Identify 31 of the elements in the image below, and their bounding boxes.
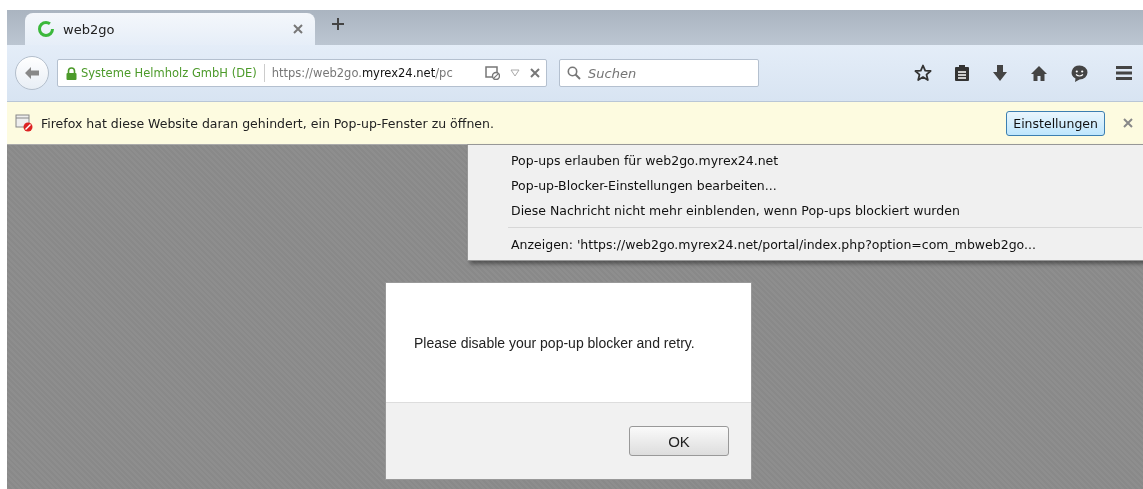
close-icon[interactable] bbox=[293, 24, 303, 34]
back-button[interactable] bbox=[15, 56, 49, 90]
search-icon bbox=[567, 66, 581, 80]
loading-spinner-icon bbox=[37, 20, 55, 38]
close-icon[interactable] bbox=[530, 68, 540, 78]
star-icon[interactable] bbox=[914, 64, 932, 82]
site-identity[interactable]: Systeme Helmholz GmbH (DE) bbox=[81, 66, 257, 80]
menu-item[interactable]: Pop-up-Blocker-Einstellungen bearbeiten... bbox=[468, 173, 1143, 198]
chat-bubble-icon[interactable] bbox=[1070, 63, 1089, 83]
clipboard-list-icon[interactable] bbox=[954, 64, 970, 82]
menu-item[interactable]: Anzeigen: 'https://web2go.myrex24.net/portal/index.php?option=com_mbweb2go... bbox=[468, 232, 1143, 257]
menu-icon[interactable] bbox=[1115, 65, 1133, 81]
ok-button[interactable]: OK bbox=[629, 426, 729, 456]
home-icon[interactable] bbox=[1030, 64, 1048, 82]
blocked-popup-icon bbox=[15, 114, 33, 132]
dialog-message: Please disable your pop-up blocker and retry. bbox=[414, 334, 695, 351]
download-icon[interactable] bbox=[992, 64, 1008, 82]
search-field[interactable]: Suchen bbox=[559, 59, 759, 87]
tab-title: web2go bbox=[63, 21, 116, 37]
lock-icon bbox=[66, 66, 77, 80]
back-arrow-icon bbox=[24, 66, 40, 80]
menu-item[interactable]: Pop-ups erlauben für web2go.myrex24.net bbox=[468, 148, 1143, 173]
url-text: https://web2go.myrex24.net/pc bbox=[271, 66, 454, 80]
address-field[interactable]: Systeme Helmholz GmbH (DE) https://web2go.myrex24.net/pc bbox=[57, 59, 547, 87]
blocked-popup-icon[interactable] bbox=[485, 66, 500, 80]
menu-item[interactable]: Diese Nachricht nicht mehr einblenden, wenn Pop-ups blockiert wurden bbox=[468, 198, 1143, 223]
settings-button[interactable]: Einstellungen bbox=[1006, 110, 1105, 136]
close-icon[interactable] bbox=[1123, 118, 1133, 128]
new-tab-icon[interactable] bbox=[331, 16, 345, 31]
notification-message: Firefox hat diese Website daran gehindert, ein Pop-up-Fenster zu öffnen. bbox=[41, 115, 495, 131]
browser-tab[interactable]: web2go bbox=[25, 13, 315, 45]
